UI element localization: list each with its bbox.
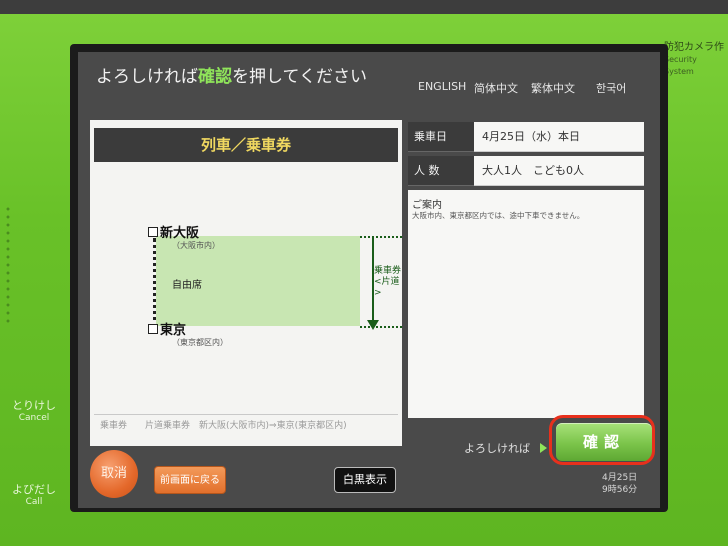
cancel-button[interactable]: 取消: [90, 450, 138, 498]
lang-traditional-chinese[interactable]: 繁体中文: [531, 80, 575, 96]
seat-type: 自由席: [172, 280, 202, 291]
play-arrow-icon: [540, 443, 547, 453]
ticket-type-line1: 乗車券: [374, 266, 402, 276]
security-label-en: Security System: [664, 55, 697, 76]
date-value: 4月25日（水）本日: [474, 122, 644, 152]
route-header: 列車／乗車券: [94, 128, 398, 162]
people-row: 人 数 大人1人 こども0人: [408, 156, 644, 186]
prompt-highlight: 確認: [198, 67, 232, 87]
range-top-dotted: [360, 236, 402, 238]
bezel-cancel-label: とりけし Cancel: [6, 400, 62, 424]
lang-simplified-chinese[interactable]: 简体中文: [474, 80, 518, 96]
security-label-jp: 防犯カメラ作: [664, 42, 724, 53]
bezel-call-label: よびだし Call: [6, 484, 62, 508]
bezel-call-jp: よびだし: [12, 483, 56, 496]
ticket-summary: 乗車券 片道乗車券 新大阪(大阪市内)⇒東京(東京都区内): [100, 421, 347, 431]
destination-station: 東京: [160, 323, 187, 338]
lang-korean[interactable]: 한국어: [596, 80, 626, 96]
destination-area: （東京都区内）: [172, 338, 228, 347]
summary-divider: [94, 414, 398, 415]
monochrome-display-button[interactable]: 白黒表示: [334, 467, 396, 493]
security-camera-label: 防犯カメラ作 Security System: [664, 42, 728, 78]
notice-box: ご案内 大阪市内、東京都区内では、途中下車できません。: [408, 190, 644, 418]
ticket-type: 乗車券 <片道>: [374, 266, 402, 299]
highlight-ring: [549, 415, 655, 465]
origin-marker: [148, 227, 158, 237]
prompt-before: よろしければ: [96, 67, 198, 87]
lang-english[interactable]: ENGLISH: [418, 80, 466, 93]
origin-area: （大阪市内）: [172, 241, 220, 250]
confirm-prompt: よろしければ: [464, 442, 530, 455]
people-label: 人 数: [408, 156, 474, 186]
bezel-call-en: Call: [25, 497, 43, 507]
date-label: 乗車日: [408, 122, 474, 152]
notice-body: 大阪市内、東京都区内では、途中下車できません。: [412, 211, 585, 220]
clock-time: 9時56分: [602, 485, 638, 495]
touch-screen: よろしければ確認を押してください ENGLISH 简体中文 繁体中文 한국어 列…: [78, 52, 660, 508]
destination-marker: [148, 324, 158, 334]
date-row: 乗車日 4月25日（水）本日: [408, 122, 644, 152]
people-value: 大人1人 こども0人: [474, 156, 644, 186]
bezel-cancel-en: Cancel: [18, 413, 50, 423]
top-strip: [0, 0, 728, 14]
back-button[interactable]: 前画面に戻る: [154, 466, 226, 494]
clock: 4月25日 9時56分: [602, 472, 637, 496]
ticket-type-line2: <片道>: [374, 277, 400, 298]
clock-date: 4月25日: [602, 473, 638, 483]
notice-title: ご案内: [412, 200, 442, 211]
route-panel: 列車／乗車券 新大阪 （大阪市内） 自由席 東京 （東京都区内） 乗車券 <片道…: [90, 120, 402, 446]
route-line: [153, 238, 156, 328]
instruction-prompt: よろしければ確認を押してください: [96, 62, 367, 87]
down-arrow-icon: [367, 320, 379, 330]
origin-station: 新大阪: [160, 226, 200, 241]
speaker-grille: [4, 205, 12, 325]
bezel-cancel-jp: とりけし: [12, 399, 56, 412]
prompt-after: を押してください: [232, 67, 367, 87]
